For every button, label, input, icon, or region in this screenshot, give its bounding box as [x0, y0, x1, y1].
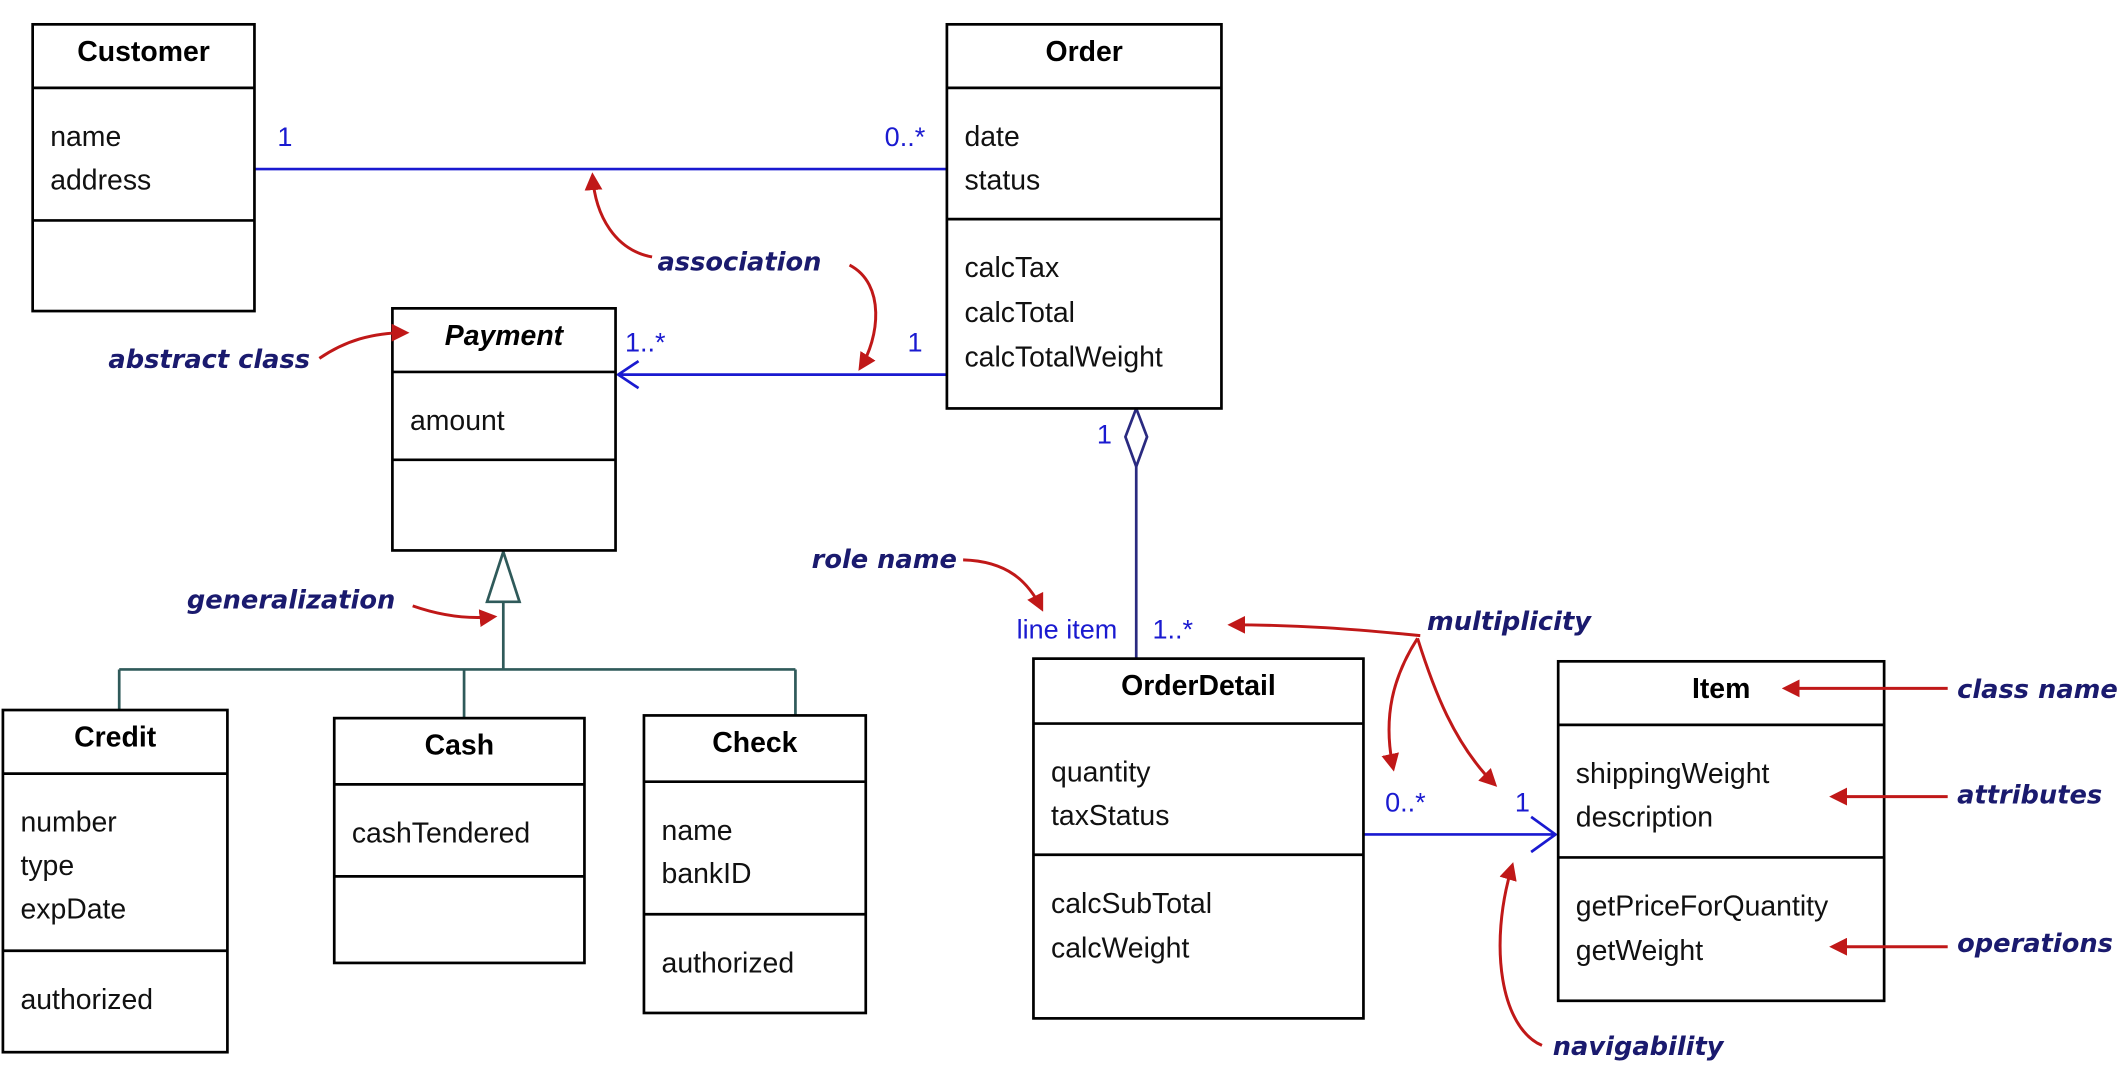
attribute: amount: [410, 405, 505, 437]
attribute: number: [20, 807, 116, 839]
annotation-arrow-icon: [963, 558, 1044, 612]
multiplicity-label: 0..*: [885, 122, 926, 152]
attribute: bankID: [662, 858, 752, 890]
multiplicity-label: 1: [908, 328, 923, 358]
attribute: type: [20, 850, 74, 882]
multiplicity-label: 0..*: [1385, 787, 1426, 817]
class-check[interactable]: Check name bankID authorized: [642, 714, 868, 1015]
annotation-arrow-icon: [1227, 615, 1421, 638]
annotation-abstract-class: abstract class: [108, 345, 310, 375]
operation: calcSubTotal: [1051, 888, 1212, 920]
annotation-navigability: navigability: [1553, 1032, 1725, 1062]
attribute: shippingWeight: [1576, 758, 1770, 790]
class-name: OrderDetail: [1121, 670, 1276, 702]
annotation-generalization: generalization: [187, 586, 395, 616]
attribute: expDate: [20, 893, 126, 925]
class-order[interactable]: Order date status calcTax calcTotal calcTotal…: [945, 22, 1223, 410]
class-cash[interactable]: Cash cashTendered: [332, 716, 586, 965]
attribute: address: [50, 164, 151, 196]
attribute: description: [1576, 801, 1713, 833]
attribute: quantity: [1051, 757, 1151, 789]
class-credit[interactable]: Credit number type expDate authorized: [1, 708, 229, 1054]
class-customer[interactable]: Customer name address: [31, 22, 256, 313]
class-name: Order: [1046, 36, 1123, 68]
navigable-association-line: [615, 359, 947, 390]
class-orderdetail[interactable]: OrderDetail quantity taxStatus calcSubTotal…: [1032, 657, 1365, 1020]
annotation-arrow-icon: [1498, 862, 1543, 1047]
annotation-arrow-icon: [1416, 637, 1498, 787]
aggregation-diamond-icon: [1123, 404, 1149, 471]
multiplicity-label: 1: [1097, 420, 1112, 450]
generalization-triangle-icon: [485, 547, 522, 604]
class-name: Item: [1692, 673, 1750, 705]
class-name: Customer: [77, 36, 210, 68]
annotation-operations: operations: [1957, 929, 2113, 959]
annotation-arrow-icon: [1381, 637, 1419, 772]
role-name-label: line item: [1017, 614, 1118, 644]
generalization-line: [117, 601, 797, 719]
class-item[interactable]: Item shippingWeight description getPriceFor…: [1556, 659, 1886, 1003]
attribute: name: [662, 815, 733, 847]
operation: calcTax: [964, 252, 1059, 284]
annotation-multiplicity: multiplicity: [1427, 607, 1592, 637]
class-name: Cash: [425, 730, 494, 762]
annotation-association: association: [657, 247, 821, 277]
operation: getWeight: [1576, 935, 1703, 967]
annotation-role-name: role name: [812, 545, 957, 575]
operation: calcTotal: [964, 297, 1074, 329]
navigable-association-line: [1363, 815, 1558, 854]
class-name: Check: [712, 727, 797, 759]
class-payment[interactable]: Payment amount: [391, 307, 617, 552]
attribute: date: [964, 121, 1019, 153]
class-name: Payment: [445, 320, 565, 352]
class-name: Credit: [74, 722, 157, 754]
annotation-class-name: class name: [1957, 675, 2118, 705]
operation: authorized: [20, 984, 153, 1016]
multiplicity-label: 1..*: [1152, 614, 1193, 644]
annotation-arrow-icon: [584, 172, 653, 259]
attribute: status: [964, 164, 1040, 196]
multiplicity-label: 1..*: [625, 328, 666, 358]
attribute: cashTendered: [352, 818, 530, 850]
uml-class-diagram: Customer name address Order date status calcTa…: [1, 22, 2118, 1062]
annotation-arrow-icon: [412, 604, 498, 628]
attribute: taxStatus: [1051, 800, 1169, 832]
operation: calcTotalWeight: [964, 342, 1162, 374]
annotation-attributes: attributes: [1957, 780, 2102, 810]
multiplicity-label: 1: [277, 122, 292, 152]
multiplicity-label: 1: [1515, 787, 1530, 817]
annotation-arrow-icon: [848, 263, 878, 371]
operation: getPriceForQuantity: [1576, 891, 1829, 923]
operation: authorized: [662, 947, 795, 979]
operation: calcWeight: [1051, 933, 1189, 965]
attribute: name: [50, 121, 121, 153]
